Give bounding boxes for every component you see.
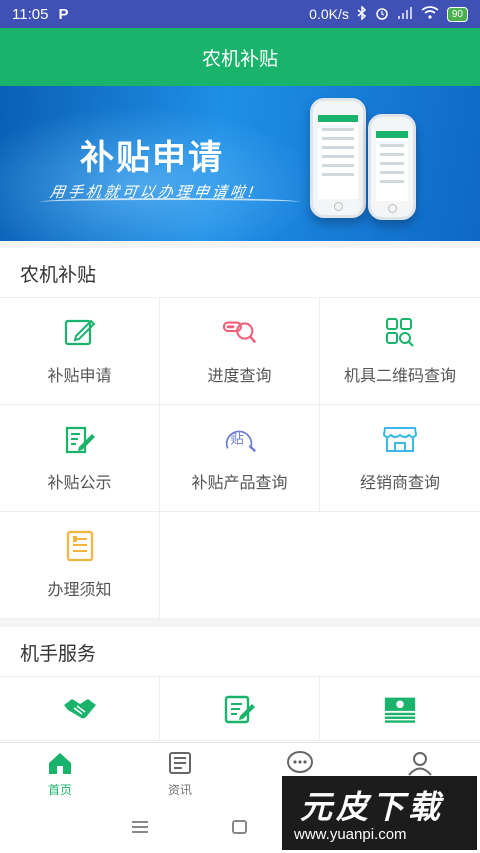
progress-search-icon — [222, 316, 258, 348]
user-icon — [407, 749, 433, 777]
status-right: 0.0K/s 90 — [309, 4, 468, 23]
store-icon — [382, 423, 418, 455]
service-grid — [0, 677, 480, 741]
status-time: 11:05 — [12, 5, 49, 23]
system-home-icon[interactable] — [232, 820, 247, 834]
grid-item-label: 补贴申请 — [47, 366, 112, 385]
grid-item-funds[interactable] — [320, 677, 480, 741]
watermark-logo: 元皮下载 www.yuanpi.com — [282, 776, 477, 850]
news-icon — [168, 749, 192, 777]
signal-icon — [397, 6, 413, 22]
section-operator-service: 机手服务 — [0, 627, 480, 742]
wifi-icon — [421, 6, 439, 22]
bluetooth-icon — [357, 4, 367, 23]
grid-item-guide[interactable]: 办理须知 — [0, 512, 160, 619]
status-bar: 11:05 P 0.0K/s 90 — [0, 0, 480, 28]
grid-item-label: 办理须知 — [47, 580, 112, 599]
watermark-brand: 元皮下载 — [300, 788, 445, 826]
banner-headline: 补贴申请 — [80, 138, 224, 178]
grid-item-label: 机具二维码查询 — [343, 366, 456, 385]
chat-icon — [286, 749, 314, 777]
grid-item-label: 进度查询 — [207, 366, 272, 385]
tab-news[interactable]: 资讯 — [120, 743, 240, 804]
grid-item-progress-query[interactable]: 进度查询 — [160, 298, 320, 405]
subsidy-product-search-icon: 贴 — [222, 423, 258, 455]
money-icon — [382, 693, 418, 725]
promo-banner[interactable]: 补贴申请 用手机就可以办理申请啦! — [0, 86, 480, 241]
guide-doc-icon — [62, 530, 98, 562]
form-edit-icon — [222, 693, 258, 725]
banner-swoosh — [40, 198, 300, 206]
section-title: 机手服务 — [0, 627, 480, 677]
handshake-icon — [62, 693, 98, 725]
grid-item-qr-query[interactable]: 机具二维码查询 — [320, 298, 480, 405]
section-title: 农机补贴 — [0, 248, 480, 298]
tab-label: 首页 — [47, 783, 72, 797]
menu-icon[interactable] — [132, 821, 148, 833]
grid-item-cooperation[interactable] — [0, 677, 160, 741]
grid-item-product-query[interactable]: 贴 补贴产品查询 — [160, 405, 320, 512]
grid-item-label: 补贴产品查询 — [191, 473, 288, 492]
parking-app-icon: P — [58, 5, 69, 23]
phone-illustration — [368, 114, 416, 220]
grid-item-form[interactable] — [160, 677, 320, 741]
svg-text:贴: 贴 — [230, 432, 243, 448]
qr-code-search-icon — [382, 316, 418, 348]
tab-label: 资讯 — [167, 783, 192, 797]
edit-box-icon — [62, 316, 98, 348]
battery-icon: 90 — [446, 6, 468, 22]
grid-item-dealer-query[interactable]: 经销商查询 — [320, 405, 480, 512]
tab-home[interactable]: 首页 — [0, 743, 120, 804]
grid-item-subsidy-apply[interactable]: 补贴申请 — [0, 298, 160, 405]
grid-item-subsidy-notice[interactable]: 补贴公示 — [0, 405, 160, 512]
alarm-icon — [375, 6, 389, 23]
app-header: 农机补贴 — [0, 28, 480, 86]
home-icon — [47, 749, 73, 777]
grid-item-label: 补贴公示 — [47, 473, 112, 492]
grid-item-label: 经销商查询 — [359, 473, 440, 492]
section-subsidy: 农机补贴 补贴申请 进度查询 机具二维码查询 补贴公示 贴 补贴产品查询 经销商… — [0, 248, 480, 619]
net-speed: 0.0K/s — [309, 6, 349, 22]
notice-edit-icon — [62, 423, 98, 455]
watermark-url: www.yuanpi.com — [294, 826, 407, 843]
phone-illustration — [310, 98, 366, 218]
page-title: 农机补贴 — [201, 47, 278, 70]
subsidy-grid: 补贴申请 进度查询 机具二维码查询 补贴公示 贴 补贴产品查询 经销商查询 办理… — [0, 298, 480, 619]
